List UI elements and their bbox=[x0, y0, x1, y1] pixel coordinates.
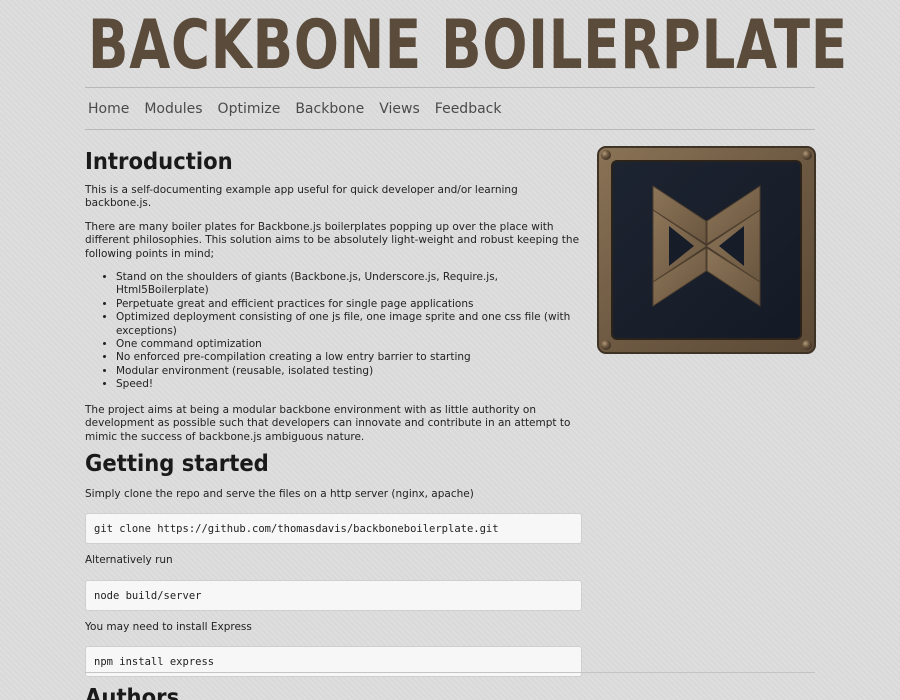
nav-modules[interactable]: Modules bbox=[144, 101, 202, 117]
nav-optimize[interactable]: Optimize bbox=[218, 101, 281, 117]
list-item: Modular environment (reusable, isolated … bbox=[116, 365, 582, 378]
principles-list: Stand on the shoulders of giants (Backbo… bbox=[116, 271, 582, 392]
clone-instructions: Simply clone the repo and serve the file… bbox=[85, 487, 474, 500]
list-item: Stand on the shoulders of giants (Backbo… bbox=[116, 271, 582, 298]
main-content: Introduction This is a self-documenting … bbox=[85, 140, 582, 678]
backbone-logo-icon bbox=[597, 146, 816, 354]
nav-feedback[interactable]: Feedback bbox=[435, 101, 502, 117]
node-server-code[interactable]: node build/server bbox=[85, 579, 582, 611]
intro-paragraph: This is a self-documenting example app u… bbox=[85, 184, 518, 210]
alternative-label: Alternatively run bbox=[85, 554, 173, 567]
nav-home[interactable]: Home bbox=[88, 101, 129, 117]
list-item: Optimized deployment consisting of one j… bbox=[116, 311, 582, 338]
main-nav: Home Modules Optimize Backbone Views Fee… bbox=[85, 87, 815, 130]
git-clone-code[interactable]: git clone https://github.com/thomasdavis… bbox=[85, 513, 582, 545]
nav-views[interactable]: Views bbox=[379, 101, 420, 117]
nav-backbone[interactable]: Backbone bbox=[295, 101, 364, 117]
project-aims-paragraph: The project aims at being a modular back… bbox=[85, 403, 571, 443]
introduction-heading: Introduction bbox=[85, 149, 233, 175]
authors-heading: Authors bbox=[85, 685, 180, 700]
list-item: One command optimization bbox=[116, 338, 582, 351]
list-item: No enforced pre-compilation creating a l… bbox=[116, 351, 582, 364]
express-label: You may need to install Express bbox=[85, 620, 252, 633]
list-item: Speed! bbox=[116, 378, 582, 391]
list-item: Perpetuate great and efficient practices… bbox=[116, 298, 582, 311]
getting-started-heading: Getting started bbox=[85, 450, 269, 477]
site-title: BACKBONE BOILERPLATE bbox=[88, 6, 848, 85]
philosophy-paragraph: There are many boiler plates for Backbon… bbox=[85, 220, 580, 260]
section-divider bbox=[85, 672, 815, 673]
